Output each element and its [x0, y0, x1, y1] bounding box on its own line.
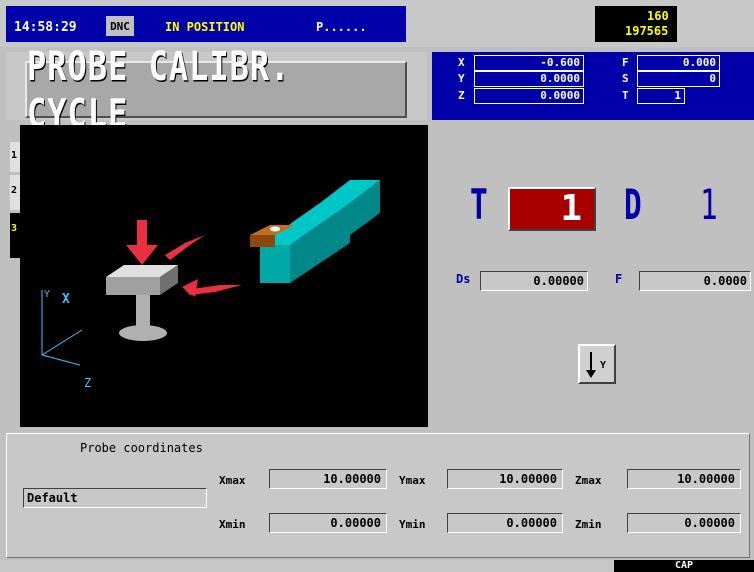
mode-badge: DNC [106, 16, 134, 36]
page-title: PROBE CALIBR. CYCLE [27, 42, 291, 137]
x-axis-label: X [458, 56, 465, 69]
insert-hole [270, 226, 280, 232]
feed-value: 0.000 [637, 55, 720, 71]
spindle-label: S [622, 72, 629, 85]
probe-coordinates-panel: Probe coordinates Default Xmax 10.00000 … [6, 433, 750, 558]
zmax-input[interactable]: 10.00000 [627, 469, 741, 489]
clock-time: 14:58:29 [14, 20, 77, 35]
zmin-label: Zmin [575, 518, 602, 531]
machine-status: IN POSITION [165, 20, 245, 34]
x-axis-line [41, 329, 83, 356]
axis-y-text: Y [44, 289, 50, 300]
feed-param-label: F [615, 272, 623, 286]
xmin-input[interactable]: 0.00000 [269, 513, 387, 533]
tab-3-label: 3 [11, 223, 18, 234]
counter-display: 160 197565 [595, 6, 677, 42]
spindle-value: 0 [637, 71, 720, 87]
probe-graphic: Y X Z [20, 125, 428, 427]
ymax-label: Ymax [399, 474, 426, 487]
xmax-input[interactable]: 10.00000 [269, 469, 387, 489]
probe-base [119, 325, 167, 341]
direction-label: Y [600, 360, 607, 371]
ymin-input[interactable]: 0.00000 [447, 513, 563, 533]
tool-value: 1 [637, 88, 685, 104]
zmax-label: Zmax [575, 474, 602, 487]
tool-d-value: 1 [700, 180, 718, 229]
arrow-down-shaft [137, 220, 147, 248]
caps-indicator: CAP [614, 560, 754, 572]
z-position: 0.0000 [474, 88, 584, 104]
counter-top: 160 [647, 9, 669, 23]
holder-front-face [260, 245, 290, 283]
tab-2-label: 2 [11, 185, 18, 196]
tool-t-label: T [470, 180, 488, 229]
probe-name-value: Default [27, 491, 78, 505]
arrow-diagonal [165, 235, 205, 260]
xmin-label: Xmin [219, 518, 246, 531]
z-axis-label: Z [458, 89, 465, 102]
tool-d-label: D [624, 180, 642, 229]
probe-coordinates-heading: Probe coordinates [80, 441, 203, 455]
axis-x-text: X [62, 292, 70, 307]
arrow-down-icon [586, 352, 596, 378]
ds-input[interactable]: 0.00000 [480, 271, 588, 291]
feed-param-input[interactable]: 0.0000 [639, 271, 751, 291]
tab-1-label: 1 [11, 150, 18, 161]
counter-bottom: 197565 [625, 24, 669, 38]
z-axis-line [41, 354, 81, 366]
y-axis-label: Y [458, 72, 465, 85]
ymin-label: Ymin [399, 518, 426, 531]
probe-illustration: Y X Z [41, 180, 380, 390]
program-name: P...... [316, 20, 367, 34]
x-position: -0.600 [474, 55, 584, 71]
arrow-down-head [126, 245, 158, 265]
coordinate-panel: X -0.600 Y 0.0000 Z 0.0000 F 0.000 S 0 T… [432, 52, 754, 120]
tool-number-value: 1 [560, 188, 582, 229]
insert-front [250, 235, 275, 247]
ymax-input[interactable]: 10.00000 [447, 469, 563, 489]
title-box: PROBE CALIBR. CYCLE [25, 42, 407, 137]
direction-button[interactable]: Y [578, 344, 616, 384]
axis-z-text: Z [84, 376, 91, 390]
probe-front-face [106, 277, 160, 295]
y-position: 0.0000 [474, 71, 584, 87]
feed-label: F [622, 56, 629, 69]
ds-label: Ds [456, 272, 471, 286]
zmin-input[interactable]: 0.00000 [627, 513, 741, 533]
xmax-label: Xmax [219, 474, 246, 487]
tool-label: T [622, 89, 629, 102]
probe-name-field[interactable]: Default [23, 488, 207, 508]
tool-number-input[interactable]: 1 [508, 187, 596, 231]
